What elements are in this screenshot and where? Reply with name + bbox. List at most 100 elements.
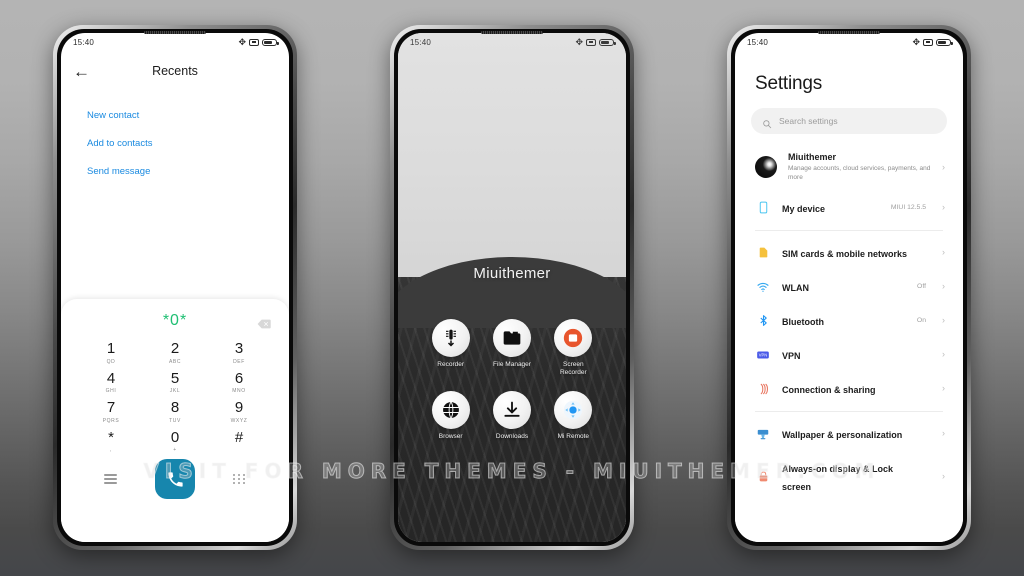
- key-letters: ,: [110, 447, 112, 453]
- divider: [755, 229, 943, 231]
- settings-row-wallpaper[interactable]: Wallpaper & personalization ›: [751, 417, 947, 451]
- settings-row-my-device[interactable]: My device MIUI 12.5.5 ›: [751, 191, 947, 225]
- settings-row-sim-cards[interactable]: SIM cards & mobile networks ›: [751, 236, 947, 270]
- row-label: SIM cards & mobile networks: [782, 248, 908, 259]
- settings-row-connection-sharing[interactable]: Connection & sharing ›: [751, 372, 947, 406]
- row-text: Bluetooth: [782, 312, 906, 330]
- key-6[interactable]: 6 MNO: [207, 367, 271, 397]
- bluetooth-icon: ✥: [238, 36, 246, 47]
- key-digit: #: [234, 428, 244, 446]
- app-label: Recorder: [437, 361, 465, 368]
- row-text: Always-on display & Lock screen: [782, 459, 915, 495]
- dial-pad: *0* 1 QD 2 ABC 3 DEF 4 GHI 5 JKL 6 MNO 7 PQRS 8 TUV 9 WXY…: [61, 299, 289, 542]
- row-text: WLAN: [782, 278, 906, 296]
- settings-body: Settings Search settings Miuithemer Mana…: [735, 73, 963, 542]
- keypad-grid: 1 QD 2 ABC 3 DEF 4 GHI 5 JKL 6 MNO 7 PQRS 8 TUV 9 WXYZ *, 0…: [61, 335, 289, 455]
- send-message-link[interactable]: Send message: [87, 157, 263, 185]
- phone-call-icon[interactable]: [155, 459, 195, 499]
- key-digit: 2: [170, 340, 180, 357]
- key-letters: JKL: [169, 388, 181, 394]
- dialer-bottom-bar: [61, 455, 289, 509]
- status-icons: ✥: [575, 37, 616, 47]
- settings-row-vpn[interactable]: VPN VPN ›: [751, 338, 947, 372]
- key-digit: 7: [106, 399, 116, 416]
- key-digit: 1: [106, 340, 116, 357]
- settings-row-wlan[interactable]: WLAN Off ›: [751, 270, 947, 304]
- sim-card-icon: [755, 245, 771, 261]
- key-digit: 3: [234, 340, 244, 357]
- key-9[interactable]: 9 WXYZ: [207, 396, 271, 426]
- key-3[interactable]: 3 DEF: [207, 337, 271, 367]
- earpiece-grille: [481, 31, 543, 34]
- chevron-right-icon: ›: [942, 315, 945, 326]
- settings-row-lock-screen[interactable]: Always-on display & Lock screen ›: [751, 451, 947, 503]
- divider: [755, 410, 943, 412]
- app-downloads[interactable]: Downloads: [481, 391, 542, 441]
- chevron-right-icon: ›: [942, 428, 945, 439]
- home-screen-phone: 15:40 ✥ Miuithemer Recorder File Manager…: [390, 25, 634, 550]
- key-#[interactable]: #: [207, 426, 271, 456]
- app-recorder[interactable]: Recorder: [420, 319, 481, 377]
- row-text: My device: [782, 199, 880, 217]
- chevron-right-icon: ›: [942, 383, 945, 394]
- menu-icon[interactable]: [104, 472, 117, 487]
- key-8[interactable]: 8 TUV: [143, 396, 207, 426]
- status-bar: 15:40 ✥: [735, 33, 963, 51]
- app-label: Screen Recorder: [559, 361, 587, 377]
- add-to-contacts-link[interactable]: Add to contacts: [87, 129, 263, 157]
- key-digit: 6: [234, 369, 244, 387]
- row-text: Wallpaper & personalization: [782, 425, 915, 443]
- battery-icon: [599, 38, 616, 46]
- key-letters: QD: [106, 358, 116, 365]
- key-letters: WXYZ: [230, 417, 248, 424]
- chevron-right-icon: ›: [942, 161, 945, 172]
- settings-row-bluetooth[interactable]: Bluetooth On ›: [751, 304, 947, 338]
- row-value: On: [916, 317, 926, 325]
- battery-icon: [936, 38, 953, 46]
- status-icons: ✥: [238, 36, 279, 47]
- backspace-icon[interactable]: [257, 316, 271, 329]
- screen-recorder-icon: [554, 319, 593, 357]
- row-label: Connection & sharing: [782, 384, 876, 395]
- status-time: 15:40: [747, 37, 769, 47]
- row-value: Off: [917, 283, 926, 291]
- phone-bezel: 15:40 ✥ Miuithemer Recorder File Manager…: [394, 29, 630, 546]
- account-subtitle: Manage accounts, cloud services, payment…: [788, 165, 931, 182]
- settings-row-account[interactable]: Miuithemer Manage accounts, cloud servic…: [751, 144, 947, 191]
- app-mi-remote[interactable]: Mi Remote: [543, 391, 604, 441]
- keypad-icon[interactable]: [233, 473, 246, 485]
- dialer-phone: 15:40 ✥ ← Recents New contact Add to con…: [53, 25, 297, 550]
- app-grid: Recorder File Manager Screen Recorder Br…: [398, 319, 626, 441]
- dnd-icon: [586, 38, 596, 46]
- row-label: Bluetooth: [782, 316, 824, 327]
- key-*[interactable]: *,: [79, 426, 143, 456]
- key-0[interactable]: 0 +: [143, 426, 207, 456]
- earpiece-grille: [818, 31, 880, 34]
- key-digit: 8: [170, 399, 180, 416]
- app-label: File Manager: [493, 361, 531, 368]
- search-icon: [762, 116, 772, 129]
- svg-text:VPN: VPN: [759, 352, 767, 357]
- dnd-icon: [923, 38, 933, 46]
- key-5[interactable]: 5 JKL: [143, 367, 207, 397]
- settings-phone: 15:40 ✥ Settings Search settings Miuithe…: [727, 25, 971, 550]
- row-text: Connection & sharing: [782, 380, 915, 398]
- row-label: Wallpaper & personalization: [782, 429, 903, 440]
- key-7[interactable]: 7 PQRS: [79, 396, 143, 426]
- search-input[interactable]: Search settings: [751, 108, 947, 134]
- home-screen: 15:40 ✥ Miuithemer Recorder File Manager…: [398, 33, 626, 542]
- new-contact-link[interactable]: New contact: [87, 101, 263, 129]
- app-screen-recorder[interactable]: Screen Recorder: [543, 319, 604, 377]
- key-letters: GHI: [105, 388, 117, 394]
- vpn-icon: VPN: [755, 347, 771, 363]
- app-browser[interactable]: Browser: [420, 391, 481, 441]
- key-1[interactable]: 1 QD: [79, 337, 143, 367]
- back-arrow-icon[interactable]: ←: [73, 63, 90, 80]
- key-2[interactable]: 2 ABC: [143, 337, 207, 367]
- key-letters: MNO: [232, 388, 246, 394]
- lock-icon: [755, 469, 771, 485]
- key-letters: PQRS: [102, 417, 120, 424]
- account-text: Miuithemer Manage accounts, cloud servic…: [788, 152, 931, 183]
- app-file-manager[interactable]: File Manager: [481, 319, 542, 377]
- key-4[interactable]: 4 GHI: [79, 367, 143, 397]
